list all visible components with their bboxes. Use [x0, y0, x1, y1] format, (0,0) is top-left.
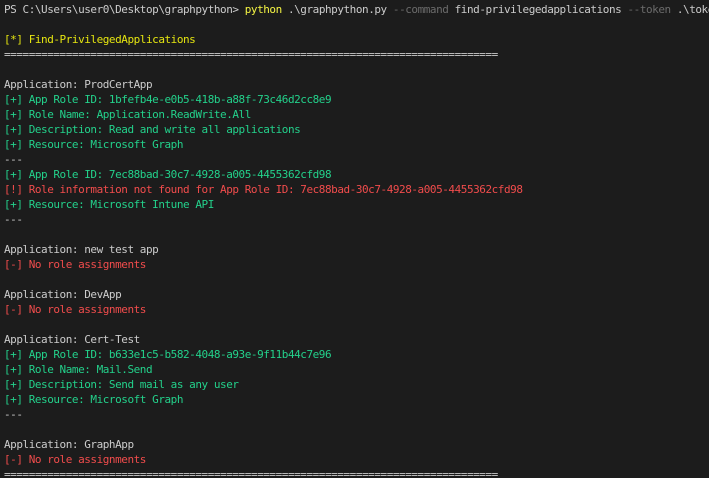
- terminal-line: [!] Role information not found for App R…: [4, 182, 709, 197]
- terminal-line: [+] Description: Send mail as any user: [4, 377, 709, 392]
- script-path: .\graphpython.py: [282, 3, 393, 16]
- app-role-id: [+] App Role ID: b633e1c5-b582-4048-a93e…: [4, 348, 331, 361]
- terminal-line: [4, 317, 709, 332]
- terminal-line: [4, 272, 709, 287]
- role-name: [+] Role Name: Application.ReadWrite.All: [4, 108, 251, 121]
- terminal-line: [*] Find-PrivilegedApplications: [4, 32, 709, 47]
- terminal-line: [+] App Role ID: 1bfefb4e-e0b5-418b-a88f…: [4, 92, 709, 107]
- terminal-line: ---: [4, 407, 709, 422]
- terminal-line: [-] No role assignments: [4, 302, 709, 317]
- terminal-line: PS C:\Users\user0\Desktop\graphpython> p…: [4, 2, 709, 17]
- record-divider: ---: [4, 213, 23, 226]
- application-name: Application: GraphApp: [4, 438, 134, 451]
- terminal-line: [+] Resource: Microsoft Graph: [4, 392, 709, 407]
- role-resource: [+] Resource: Microsoft Graph: [4, 138, 183, 151]
- application-name: Application: ProdCertApp: [4, 78, 152, 91]
- role-description: [+] Description: Read and write all appl…: [4, 123, 300, 136]
- terminal-line: [+] Role Name: Application.ReadWrite.All: [4, 107, 709, 122]
- role-resource: [+] Resource: Microsoft Intune API: [4, 198, 214, 211]
- terminal-line: ========================================…: [4, 467, 709, 478]
- role-name: [+] Role Name: Mail.Send: [4, 363, 152, 376]
- record-divider: ---: [4, 153, 23, 166]
- app-role-id: [+] App Role ID: 1bfefb4e-e0b5-418b-a88f…: [4, 93, 331, 106]
- no-role-assignments: [-] No role assignments: [4, 258, 146, 271]
- role-description: [+] Description: Send mail as any user: [4, 378, 239, 391]
- terminal-line: [+] App Role ID: 7ec88bad-30c7-4928-a005…: [4, 167, 709, 182]
- application-name: Application: new test app: [4, 243, 158, 256]
- terminal-line: ---: [4, 212, 709, 227]
- role-resource: [+] Resource: Microsoft Graph: [4, 393, 183, 406]
- terminal-line: ---: [4, 152, 709, 167]
- terminal-line: [+] App Role ID: b633e1c5-b582-4048-a93e…: [4, 347, 709, 362]
- command-name: python: [245, 3, 282, 16]
- token-path: .\token: [671, 3, 709, 16]
- separator-line: ========================================…: [4, 468, 498, 478]
- terminal-line: [4, 422, 709, 437]
- terminal-line: Application: Cert-Test: [4, 332, 709, 347]
- app-role-id: [+] App Role ID: 7ec88bad-30c7-4928-a005…: [4, 168, 331, 181]
- terminal-line: ========================================…: [4, 47, 709, 62]
- terminal-line: [+] Role Name: Mail.Send: [4, 362, 709, 377]
- terminal-line: [-] No role assignments: [4, 257, 709, 272]
- application-name: Application: DevApp: [4, 288, 121, 301]
- terminal-line: [4, 227, 709, 242]
- terminal-line: [+] Resource: Microsoft Intune API: [4, 197, 709, 212]
- banner-title: [*] Find-PrivilegedApplications: [4, 33, 195, 46]
- terminal-window[interactable]: PS C:\Users\user0\Desktop\graphpython> p…: [0, 0, 709, 478]
- role-warning: [!] Role information not found for App R…: [4, 183, 523, 196]
- terminal-line: [-] No role assignments: [4, 452, 709, 467]
- command-argument: find-privilegedapplications: [448, 3, 627, 16]
- terminal-lines: PS C:\Users\user0\Desktop\graphpython> p…: [4, 2, 709, 478]
- terminal-line: Application: ProdCertApp: [4, 77, 709, 92]
- flag-command: --command: [393, 3, 449, 16]
- no-role-assignments: [-] No role assignments: [4, 303, 146, 316]
- terminal-line: Application: new test app: [4, 242, 709, 257]
- shell-prompt: PS C:\Users\user0\Desktop\graphpython>: [4, 3, 245, 16]
- separator-line: ========================================…: [4, 48, 498, 61]
- no-role-assignments: [-] No role assignments: [4, 453, 146, 466]
- terminal-line: [4, 62, 709, 77]
- application-name: Application: Cert-Test: [4, 333, 140, 346]
- terminal-line: Application: GraphApp: [4, 437, 709, 452]
- flag-token: --token: [627, 3, 670, 16]
- terminal-line: Application: DevApp: [4, 287, 709, 302]
- terminal-line: [+] Resource: Microsoft Graph: [4, 137, 709, 152]
- record-divider: ---: [4, 408, 23, 421]
- terminal-line: [+] Description: Read and write all appl…: [4, 122, 709, 137]
- terminal-line: [4, 17, 709, 32]
